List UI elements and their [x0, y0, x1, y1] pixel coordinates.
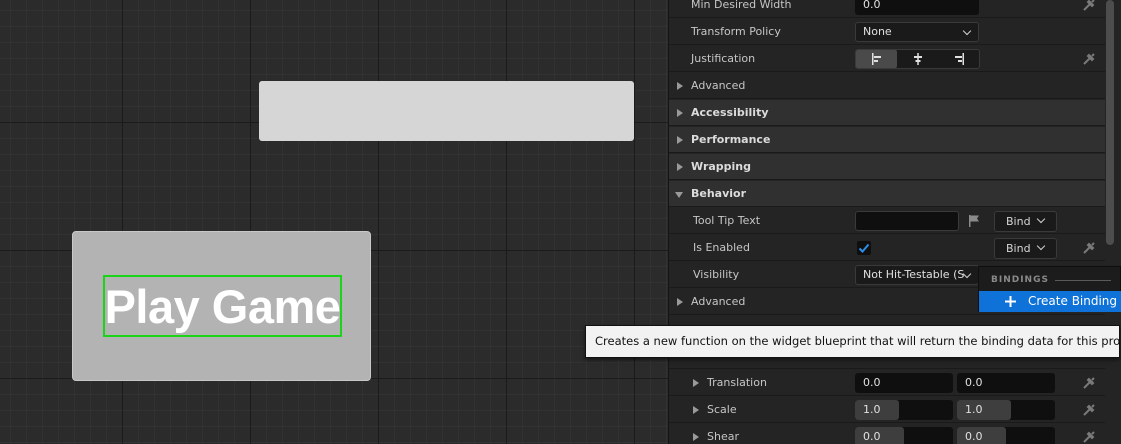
- visibility-dropdown[interactable]: Not Hit-Testable (S: [855, 265, 979, 285]
- designer-canvas[interactable]: Play Game: [0, 0, 668, 444]
- row-min-desired-width: Min Desired Width 0.0: [669, 0, 1105, 18]
- wrapping-label: Wrapping: [691, 160, 752, 173]
- expand-arrow-icon: [693, 433, 699, 441]
- is-enabled-label: Is Enabled: [693, 241, 750, 254]
- tool-tip-bind-button[interactable]: Bind: [994, 211, 1057, 232]
- expand-arrow-icon: [677, 163, 683, 171]
- create-binding-menu-item[interactable]: Create Binding: [979, 291, 1121, 312]
- min-desired-width-input[interactable]: 0.0: [855, 0, 979, 15]
- justification-toggle-group: [855, 49, 980, 69]
- reset-property-icon[interactable]: [1081, 51, 1097, 67]
- row-translation: Translation 0.0 0.0: [669, 370, 1105, 396]
- tooltip: Creates a new function on the widget blu…: [585, 325, 1121, 358]
- reset-property-icon[interactable]: [1081, 375, 1097, 391]
- scale-label: Scale: [707, 403, 737, 416]
- expand-arrow-icon: [677, 109, 683, 117]
- tooltip-text: Creates a new function on the widget blu…: [595, 334, 1121, 348]
- translation-x-input[interactable]: 0.0: [855, 373, 953, 393]
- plus-icon: [1005, 296, 1016, 307]
- tool-tip-text-input[interactable]: [855, 211, 959, 231]
- details-scrollbar[interactable]: [1106, 0, 1114, 245]
- bindings-header: BINDINGS: [991, 275, 1049, 285]
- translation-y-input[interactable]: 0.0: [957, 373, 1055, 393]
- advanced-label: Advanced: [691, 79, 746, 92]
- align-left-icon: [871, 53, 881, 65]
- scale-x-slider[interactable]: 1.0: [855, 400, 953, 420]
- shear-x-slider[interactable]: 0.0: [855, 427, 953, 444]
- play-game-label: Play Game: [104, 279, 341, 333]
- checkmark-icon: [858, 243, 870, 253]
- text-box-widget[interactable]: [259, 81, 634, 141]
- justify-right-button[interactable]: [938, 50, 979, 68]
- is-enabled-bind-button[interactable]: Bind: [994, 238, 1057, 259]
- translation-label: Translation: [707, 376, 767, 389]
- section-behavior[interactable]: Behavior: [669, 181, 1105, 207]
- row-tool-tip-text: Tool Tip Text Bind: [669, 208, 1105, 234]
- create-binding-label: Create Binding: [1028, 294, 1118, 308]
- divider: [1055, 280, 1111, 281]
- expand-arrow-icon: [677, 298, 683, 306]
- row-scale: Scale 1.0 1.0: [669, 397, 1105, 423]
- tool-tip-text-label: Tool Tip Text: [693, 214, 761, 227]
- play-game-button-widget[interactable]: Play Game: [72, 231, 371, 381]
- reset-property-icon[interactable]: [1081, 0, 1097, 13]
- justification-label: Justification: [691, 52, 756, 65]
- flag-icon[interactable]: [967, 214, 981, 228]
- details-panel: Min Desired Width 0.0 Transform Policy N…: [668, 0, 1121, 444]
- transform-policy-dropdown[interactable]: None: [855, 22, 979, 42]
- expand-arrow-icon: [677, 82, 683, 90]
- expand-arrow-icon: [693, 406, 699, 414]
- align-right-icon: [954, 53, 964, 65]
- scale-y-slider[interactable]: 1.0: [957, 400, 1055, 420]
- expand-arrow-icon: [693, 379, 699, 387]
- justify-left-button[interactable]: [856, 50, 897, 68]
- row-shear: Shear 0.0 0.0: [669, 424, 1105, 444]
- row-advanced-top[interactable]: Advanced: [669, 73, 1105, 99]
- align-center-icon: [913, 53, 922, 65]
- shear-label: Shear: [707, 430, 739, 443]
- reset-property-icon[interactable]: [1081, 402, 1097, 418]
- visibility-label: Visibility: [693, 268, 740, 281]
- behavior-label: Behavior: [691, 187, 747, 200]
- performance-label: Performance: [691, 133, 771, 146]
- shear-y-slider[interactable]: 0.0: [957, 427, 1055, 444]
- row-is-enabled: Is Enabled Bind: [669, 235, 1105, 261]
- reset-property-icon[interactable]: [1081, 429, 1097, 444]
- transform-policy-label: Transform Policy: [691, 25, 781, 38]
- row-justification: Justification: [669, 46, 1105, 72]
- row-transform-policy: Transform Policy None: [669, 19, 1105, 45]
- collapse-arrow-icon: [675, 192, 683, 198]
- section-performance[interactable]: Performance: [669, 127, 1105, 153]
- bindings-menu: BINDINGS Create Binding: [978, 266, 1121, 312]
- accessibility-label: Accessibility: [691, 106, 769, 119]
- chevron-down-icon: [1036, 241, 1046, 251]
- section-wrapping[interactable]: Wrapping: [669, 154, 1105, 180]
- selected-text-block[interactable]: Play Game: [103, 275, 342, 337]
- chevron-down-icon: [962, 26, 972, 36]
- advanced-label: Advanced: [691, 295, 746, 308]
- section-accessibility[interactable]: Accessibility: [669, 100, 1105, 126]
- expand-arrow-icon: [677, 136, 683, 144]
- chevron-down-icon: [1036, 214, 1046, 224]
- justify-center-button[interactable]: [897, 50, 938, 68]
- reset-property-icon[interactable]: [1081, 240, 1097, 256]
- min-desired-width-label: Min Desired Width: [691, 0, 792, 11]
- is-enabled-checkbox[interactable]: [857, 241, 871, 255]
